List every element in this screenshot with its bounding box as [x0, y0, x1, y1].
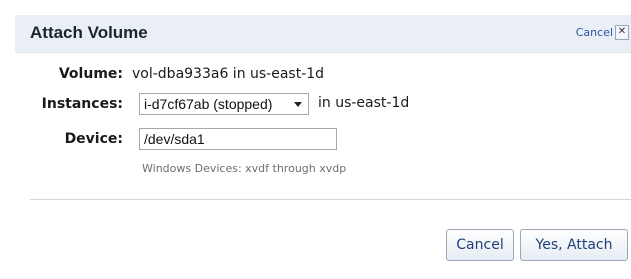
footer-divider [30, 199, 631, 200]
device-label-wrap: Device: [0, 127, 123, 151]
instances-row: Instances: [0, 92, 123, 116]
device-input[interactable] [139, 128, 337, 150]
volume-label: Volume: [58, 66, 123, 82]
header-cancel-link[interactable]: Cancel [576, 26, 613, 39]
volume-row: Volume: vol-dba933a6 in us-east-1d [0, 62, 324, 86]
volume-label-wrap: Volume: [0, 62, 123, 86]
volume-value: vol-dba933a6 in us-east-1d [132, 66, 325, 82]
chevron-down-icon [294, 102, 302, 107]
instances-suffix: in us-east-1d [318, 95, 410, 111]
dialog-header: Attach Volume Cancel ✕ [15, 15, 631, 53]
instances-label: Instances: [41, 96, 123, 112]
cancel-button[interactable]: Cancel [446, 229, 514, 261]
attach-volume-dialog: Attach Volume Cancel ✕ Volume: vol-dba93… [0, 0, 631, 279]
instance-select-value: i-d7cf67ab (stopped) [144, 96, 273, 112]
instances-label-wrap: Instances: [0, 92, 123, 116]
device-label: Device: [64, 131, 123, 147]
dialog-title: Attach Volume [30, 23, 148, 42]
device-hint: Windows Devices: xvdf through xvdp [142, 162, 347, 175]
instance-select[interactable]: i-d7cf67ab (stopped) [139, 93, 309, 115]
yes-attach-button[interactable]: Yes, Attach [520, 229, 628, 261]
device-row: Device: [0, 127, 123, 151]
close-icon[interactable]: ✕ [615, 25, 629, 40]
